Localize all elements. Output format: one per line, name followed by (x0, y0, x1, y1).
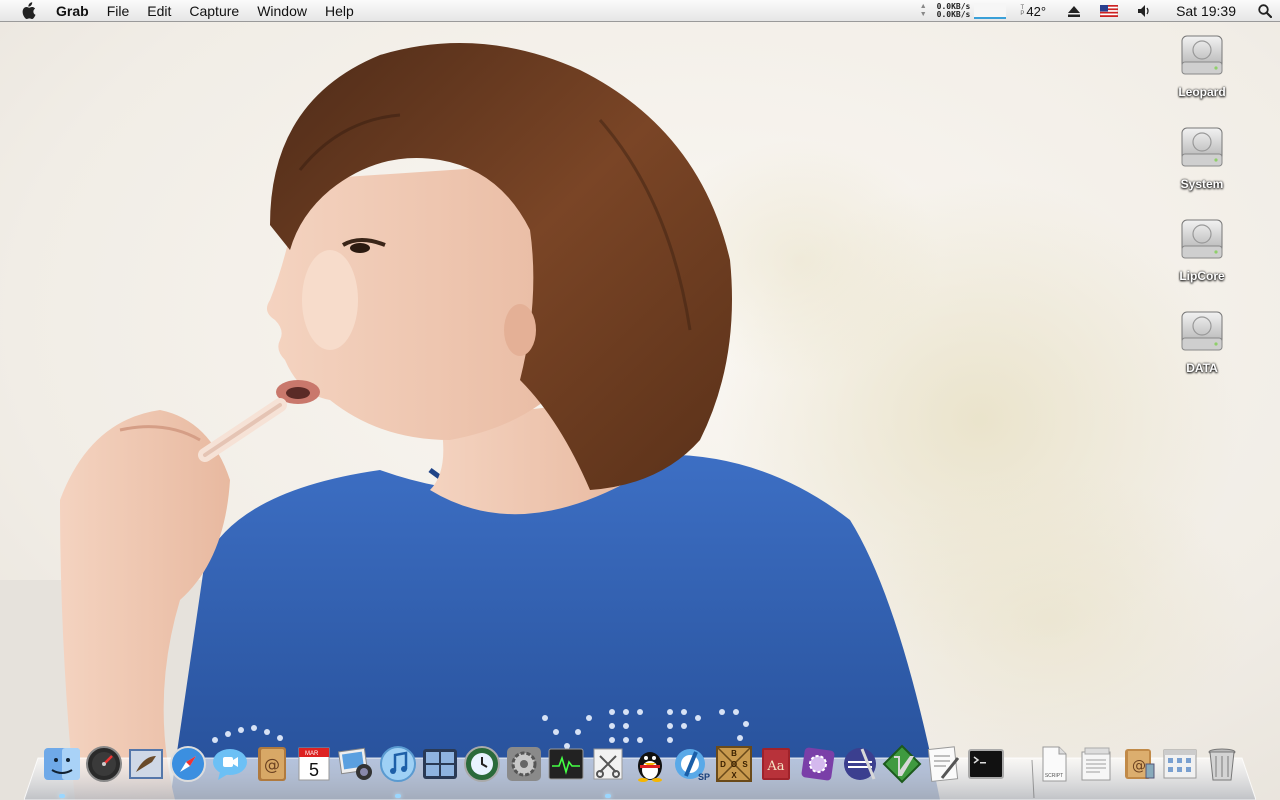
hard-drive-icon (1181, 311, 1223, 351)
svg-text:@: @ (1132, 758, 1146, 774)
dock-grab-icon[interactable] (588, 744, 628, 784)
hard-drive-icon (1181, 127, 1223, 167)
dock-iphoto-icon[interactable] (336, 744, 376, 784)
dosbox-letter-b: B (731, 749, 737, 758)
menu-help[interactable]: Help (316, 0, 363, 22)
drive-label: DATA (1186, 361, 1218, 375)
temp-label-bottom: P (1020, 11, 1025, 17)
drive-lipcore[interactable]: LipCore (1162, 214, 1242, 283)
dock-script-document-icon[interactable]: SCRIPT (1034, 744, 1074, 784)
dock-script-editor-icon[interactable] (924, 744, 964, 784)
hard-drive-icon (1181, 35, 1223, 75)
updown-arrows-icon: ▲ ▼ (919, 3, 927, 18)
temperature-value: 42° (1026, 3, 1047, 19)
network-monitor[interactable]: ▲ ▼ 0.0KB/s 0.0KB/s (920, 3, 1007, 19)
svg-text:SCRIPT: SCRIPT (1045, 773, 1063, 779)
dock-system-preferences-icon[interactable] (504, 744, 544, 784)
eject-icon[interactable] (1068, 5, 1081, 17)
dock-dashboard-icon[interactable] (84, 744, 124, 784)
dock-applications-stack-icon[interactable] (1160, 744, 1200, 784)
dosbox-letter-x: X (731, 771, 737, 780)
desktop-wallpaper (0, 0, 1280, 800)
hard-drive-icon (1181, 219, 1223, 259)
us-flag-input-menu-icon[interactable] (1100, 5, 1119, 17)
dock-trash-icon[interactable] (1202, 744, 1242, 784)
volume-icon[interactable] (1138, 5, 1152, 17)
dock-mail-icon[interactable] (126, 744, 166, 784)
svg-text:SP: SP (698, 772, 710, 782)
menubar-clock[interactable]: Sat 19:39 (1176, 3, 1236, 19)
apple-menu-icon[interactable] (0, 0, 56, 22)
dock-qq-icon[interactable] (630, 744, 670, 784)
menu-capture[interactable]: Capture (180, 0, 248, 22)
dock-time-machine-icon[interactable] (462, 744, 502, 784)
dock-eclipse-icon[interactable] (840, 744, 880, 784)
menu-file[interactable]: File (98, 0, 139, 22)
dock-ichat-icon[interactable] (210, 744, 250, 784)
menu-bar: Grab File Edit Capture Window Help ▲ ▼ 0.… (0, 0, 1280, 22)
drive-data[interactable]: DATA (1162, 306, 1242, 375)
menu-extras: ▲ ▼ 0.0KB/s 0.0KB/s T P 42° Sat 19:39 (920, 0, 1280, 22)
dosbox-letter-s: S (742, 760, 748, 769)
spotlight-search-icon[interactable] (1250, 4, 1280, 18)
ical-date: 5 (309, 760, 319, 780)
drive-system[interactable]: System (1162, 122, 1242, 191)
svg-text:@: @ (264, 755, 280, 774)
dosbox-letter-d: D (720, 760, 726, 769)
dock-address-book-icon[interactable]: @ (252, 744, 292, 784)
dock-vim-icon[interactable] (882, 744, 922, 784)
dock-terminal-icon[interactable] (966, 744, 1006, 784)
running-indicator-finder (59, 794, 65, 798)
running-indicator-itunes (395, 794, 401, 798)
dock-mail-plugin-icon[interactable] (798, 744, 838, 784)
dock-address-stack-icon[interactable]: @ (1118, 744, 1158, 784)
dock-safari-icon[interactable] (168, 744, 208, 784)
network-graph (974, 3, 1007, 19)
drive-label: Leopard (1178, 85, 1226, 99)
menu-app-name[interactable]: Grab (56, 0, 98, 22)
dock-itunes-icon[interactable] (378, 744, 418, 784)
dock-activity-monitor-icon[interactable] (546, 744, 586, 784)
dock-documents-stack-icon[interactable] (1076, 744, 1116, 784)
dock-dictionary-icon[interactable]: Aa (756, 744, 796, 784)
download-rate: 0.0KB/s (936, 10, 971, 19)
temperature-monitor[interactable]: T P 42° (1020, 4, 1046, 19)
drive-leopard[interactable]: Leopard (1162, 30, 1242, 99)
dock-ical-icon[interactable]: MAR 5 (294, 744, 334, 784)
dock-finder-icon[interactable] (42, 744, 82, 784)
dock-thunder-icon[interactable]: SP (672, 744, 712, 784)
dock-spaces-icon[interactable] (420, 744, 460, 784)
ical-month: MAR (305, 751, 319, 757)
running-indicator-grab (605, 794, 611, 798)
menu-window[interactable]: Window (248, 0, 316, 22)
dosbox-letter-o: O (731, 760, 737, 769)
drive-label: System (1180, 177, 1224, 191)
menu-edit[interactable]: Edit (138, 0, 180, 22)
svg-text:Aa: Aa (766, 759, 784, 774)
drive-label: LipCore (1179, 269, 1225, 283)
dock-dosbox-icon[interactable]: B D O S X (714, 744, 754, 784)
